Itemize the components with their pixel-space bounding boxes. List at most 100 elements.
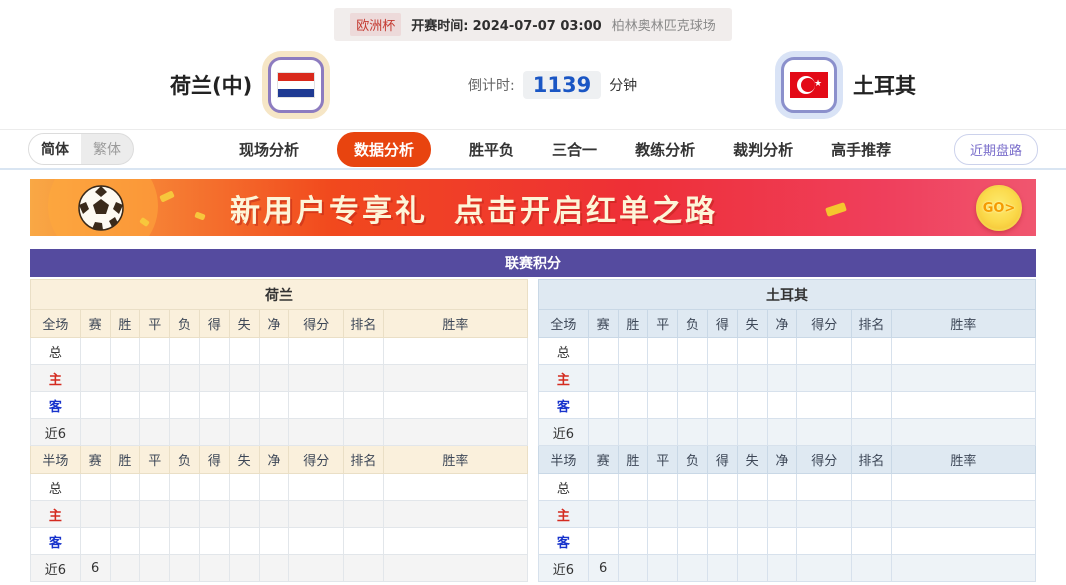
stat-cell	[80, 365, 110, 392]
column-header: 半场	[539, 446, 589, 474]
stat-cell	[648, 555, 678, 582]
table-row: 近6	[31, 419, 528, 446]
stat-cell	[737, 338, 767, 365]
nav-tab[interactable]: 教练分析	[635, 139, 695, 160]
stat-cell	[110, 474, 140, 501]
stat-cell	[767, 365, 797, 392]
stat-cell	[852, 338, 892, 365]
stat-cell	[229, 392, 259, 419]
column-header: 净	[767, 446, 797, 474]
stat-cell	[170, 365, 200, 392]
stat-cell	[199, 419, 229, 446]
team-name-row: 土耳其	[539, 280, 1036, 310]
stat-cell	[110, 555, 140, 582]
column-header: 负	[170, 446, 200, 474]
stat-cell	[678, 392, 708, 419]
stat-cell	[289, 474, 344, 501]
table-row: 近66	[31, 555, 528, 582]
nav-tab[interactable]: 胜平负	[469, 139, 514, 160]
stat-cell	[678, 338, 708, 365]
table-row: 总	[539, 338, 1036, 365]
row-label: 近6	[539, 419, 589, 446]
stat-cell	[383, 392, 527, 419]
stat-cell	[229, 419, 259, 446]
stat-cell	[797, 338, 852, 365]
stat-cell	[678, 528, 708, 555]
column-header: 赛	[80, 310, 110, 338]
promo-banner[interactable]: 新用户专享礼 点击开启红单之路 GO>	[30, 179, 1036, 236]
stat-cell	[199, 501, 229, 528]
column-header: 平	[648, 446, 678, 474]
table-team-name: 荷兰	[31, 280, 528, 310]
stat-cell	[383, 419, 527, 446]
stat-cell	[344, 365, 384, 392]
stat-cell	[707, 528, 737, 555]
stat-cell	[229, 555, 259, 582]
stat-cell	[678, 365, 708, 392]
stat-cell	[737, 501, 767, 528]
stat-cell	[259, 474, 289, 501]
stat-cell	[588, 528, 618, 555]
stat-cell	[891, 474, 1035, 501]
stat-cell	[383, 338, 527, 365]
column-header: 胜	[618, 446, 648, 474]
nav-tab[interactable]: 三合一	[552, 139, 597, 160]
stat-cell	[891, 392, 1035, 419]
row-label: 客	[31, 528, 81, 555]
stat-cell	[891, 501, 1035, 528]
venue: 柏林奥林匹克球场	[612, 15, 716, 34]
match-info-pill: 欧洲杯 开赛时间: 2024-07-07 03:00 柏林奥林匹克球场	[334, 8, 731, 41]
lang-traditional[interactable]: 繁体	[81, 134, 133, 164]
stat-cell	[140, 474, 170, 501]
stat-cell	[229, 528, 259, 555]
row-label: 总	[539, 474, 589, 501]
stat-cell	[259, 528, 289, 555]
stat-cell	[648, 392, 678, 419]
stat-cell	[344, 419, 384, 446]
nav-bar: 简体 繁体 现场分析 数据分析 胜平负 三合一 教练分析 裁判分析 高手推荐 近期盘路	[0, 129, 1066, 170]
league-badge: 欧洲杯	[350, 13, 401, 36]
stat-cell	[199, 338, 229, 365]
stat-cell	[289, 365, 344, 392]
stat-cell	[383, 474, 527, 501]
stat-cell	[588, 365, 618, 392]
stat-cell	[618, 528, 648, 555]
stat-cell	[767, 474, 797, 501]
stat-cell	[170, 528, 200, 555]
stat-cell	[648, 338, 678, 365]
lang-simplified[interactable]: 简体	[29, 134, 81, 164]
table-row: 主	[539, 365, 1036, 392]
stat-cell	[170, 501, 200, 528]
stat-cell	[80, 474, 110, 501]
stat-cell	[767, 501, 797, 528]
stat-cell	[140, 365, 170, 392]
stat-cell	[259, 338, 289, 365]
nav-tab[interactable]: 数据分析	[337, 132, 431, 167]
stat-cell	[678, 501, 708, 528]
table-row: 客	[539, 528, 1036, 555]
stat-cell	[737, 392, 767, 419]
language-toggle[interactable]: 简体 繁体	[28, 133, 134, 165]
stat-cell	[588, 501, 618, 528]
league-points-section: 联赛积分 荷兰全场赛胜平负得失净得分排名胜率总主客近6半场赛胜平负得失净得分排名…	[30, 249, 1036, 582]
nav-tab[interactable]: 高手推荐	[831, 139, 891, 160]
column-header: 胜率	[383, 310, 527, 338]
stat-cell	[383, 555, 527, 582]
nav-tab[interactable]: 现场分析	[239, 139, 299, 160]
stat-cell	[229, 365, 259, 392]
stat-cell	[797, 501, 852, 528]
stat-cell	[199, 392, 229, 419]
column-header: 赛	[588, 310, 618, 338]
table-row: 客	[31, 528, 528, 555]
stat-cell	[797, 419, 852, 446]
go-button[interactable]: GO>	[976, 185, 1022, 231]
stat-cell	[618, 419, 648, 446]
column-header: 赛	[588, 446, 618, 474]
stat-cell	[852, 419, 892, 446]
recent-trend-button[interactable]: 近期盘路	[954, 134, 1038, 165]
nav-tab[interactable]: 裁判分析	[733, 139, 793, 160]
table-row: 客	[539, 392, 1036, 419]
column-header-row: 全场赛胜平负得失净得分排名胜率	[539, 310, 1036, 338]
stat-cell	[618, 555, 648, 582]
column-header: 得	[199, 310, 229, 338]
